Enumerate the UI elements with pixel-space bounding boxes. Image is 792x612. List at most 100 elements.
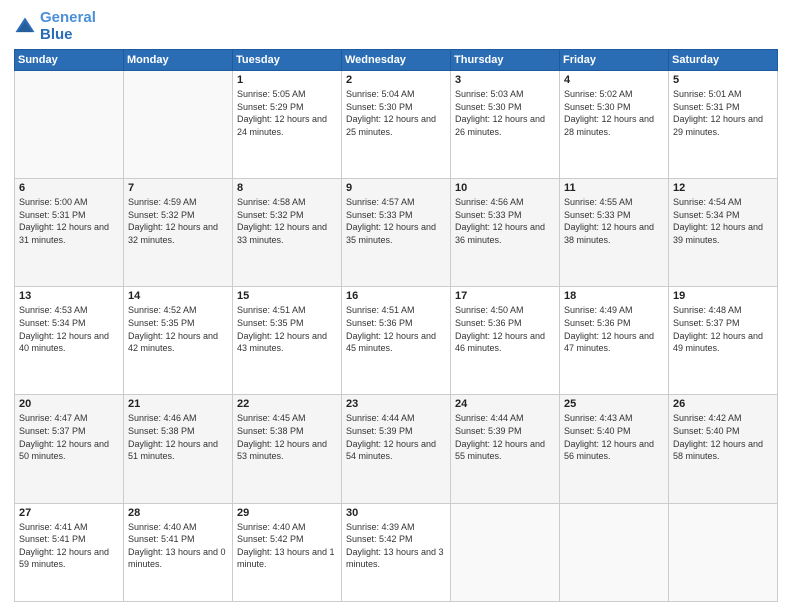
day-info: Sunrise: 4:50 AM Sunset: 5:36 PM Dayligh… bbox=[455, 304, 555, 354]
day-info: Sunrise: 4:46 AM Sunset: 5:38 PM Dayligh… bbox=[128, 412, 228, 462]
day-info: Sunrise: 4:44 AM Sunset: 5:39 PM Dayligh… bbox=[455, 412, 555, 462]
day-number: 22 bbox=[237, 398, 337, 410]
weekday-header-row: SundayMondayTuesdayWednesdayThursdayFrid… bbox=[15, 50, 778, 71]
calendar-cell: 16 Sunrise: 4:51 AM Sunset: 5:36 PM Dayli… bbox=[342, 287, 451, 395]
calendar-cell: 20Sunrise: 4:47 AM Sunset: 5:37 PM Dayli… bbox=[15, 395, 124, 503]
weekday-header-monday: Monday bbox=[124, 50, 233, 71]
day-number: 8 bbox=[237, 182, 337, 194]
calendar-cell: 14 Sunrise: 4:52 AM Sunset: 5:35 PM Dayli… bbox=[124, 287, 233, 395]
day-number: 13 bbox=[19, 290, 119, 302]
logo-icon bbox=[14, 16, 36, 38]
calendar-week-5: 27 Sunrise: 4:41 AM Sunset: 5:41 PM Dayli… bbox=[15, 503, 778, 601]
day-number: 24 bbox=[455, 398, 555, 410]
calendar-cell: 10 Sunrise: 4:56 AM Sunset: 5:33 PM Dayli… bbox=[451, 179, 560, 287]
day-info: Sunrise: 4:40 AM Sunset: 5:41 PM Dayligh… bbox=[128, 521, 228, 571]
calendar-cell: 19 Sunrise: 4:48 AM Sunset: 5:37 PM Dayli… bbox=[669, 287, 778, 395]
calendar-cell bbox=[124, 71, 233, 179]
calendar-cell: 25 Sunrise: 4:43 AM Sunset: 5:40 PM Dayli… bbox=[560, 395, 669, 503]
calendar-cell: 6Sunrise: 5:00 AM Sunset: 5:31 PM Daylig… bbox=[15, 179, 124, 287]
day-info: Sunrise: 4:55 AM Sunset: 5:33 PM Dayligh… bbox=[564, 196, 664, 246]
calendar-cell: 26 Sunrise: 4:42 AM Sunset: 5:40 PM Dayli… bbox=[669, 395, 778, 503]
calendar-cell: 29Sunrise: 4:40 AM Sunset: 5:42 PM Dayli… bbox=[233, 503, 342, 601]
day-info: Sunrise: 4:41 AM Sunset: 5:41 PM Dayligh… bbox=[19, 521, 119, 571]
day-number: 17 bbox=[455, 290, 555, 302]
day-number: 2 bbox=[346, 74, 446, 86]
calendar-cell: 17 Sunrise: 4:50 AM Sunset: 5:36 PM Dayli… bbox=[451, 287, 560, 395]
day-number: 15 bbox=[237, 290, 337, 302]
day-info: Sunrise: 4:48 AM Sunset: 5:37 PM Dayligh… bbox=[673, 304, 773, 354]
calendar-cell bbox=[669, 503, 778, 601]
calendar-cell: 2 Sunrise: 5:04 AM Sunset: 5:30 PM Daylig… bbox=[342, 71, 451, 179]
calendar-cell: 8 Sunrise: 4:58 AM Sunset: 5:32 PM Daylig… bbox=[233, 179, 342, 287]
calendar-cell: 13Sunrise: 4:53 AM Sunset: 5:34 PM Dayli… bbox=[15, 287, 124, 395]
day-info: Sunrise: 4:49 AM Sunset: 5:36 PM Dayligh… bbox=[564, 304, 664, 354]
calendar-cell: 3Sunrise: 5:03 AM Sunset: 5:30 PM Daylig… bbox=[451, 71, 560, 179]
calendar-cell: 7 Sunrise: 4:59 AM Sunset: 5:32 PM Daylig… bbox=[124, 179, 233, 287]
day-info: Sunrise: 4:42 AM Sunset: 5:40 PM Dayligh… bbox=[673, 412, 773, 462]
day-info: Sunrise: 5:02 AM Sunset: 5:30 PM Dayligh… bbox=[564, 88, 664, 138]
day-number: 23 bbox=[346, 398, 446, 410]
day-number: 4 bbox=[564, 74, 664, 86]
day-number: 25 bbox=[564, 398, 664, 410]
logo: General Blue bbox=[14, 10, 96, 43]
page: General Blue SundayMondayTuesdayWednesda… bbox=[0, 0, 792, 612]
calendar-cell bbox=[15, 71, 124, 179]
day-number: 11 bbox=[564, 182, 664, 194]
day-number: 26 bbox=[673, 398, 773, 410]
weekday-header-saturday: Saturday bbox=[669, 50, 778, 71]
calendar-cell: 23 Sunrise: 4:44 AM Sunset: 5:39 PM Dayli… bbox=[342, 395, 451, 503]
calendar-cell bbox=[451, 503, 560, 601]
day-info: Sunrise: 4:59 AM Sunset: 5:32 PM Dayligh… bbox=[128, 196, 228, 246]
weekday-header-friday: Friday bbox=[560, 50, 669, 71]
day-info: Sunrise: 4:56 AM Sunset: 5:33 PM Dayligh… bbox=[455, 196, 555, 246]
calendar-week-3: 13Sunrise: 4:53 AM Sunset: 5:34 PM Dayli… bbox=[15, 287, 778, 395]
weekday-header-tuesday: Tuesday bbox=[233, 50, 342, 71]
calendar-cell: 15 Sunrise: 4:51 AM Sunset: 5:35 PM Dayli… bbox=[233, 287, 342, 395]
day-number: 9 bbox=[346, 182, 446, 194]
day-info: Sunrise: 4:44 AM Sunset: 5:39 PM Dayligh… bbox=[346, 412, 446, 462]
calendar-table: SundayMondayTuesdayWednesdayThursdayFrid… bbox=[14, 49, 778, 602]
logo-text: General Blue bbox=[40, 10, 96, 43]
day-info: Sunrise: 4:43 AM Sunset: 5:40 PM Dayligh… bbox=[564, 412, 664, 462]
calendar-cell: 18 Sunrise: 4:49 AM Sunset: 5:36 PM Dayli… bbox=[560, 287, 669, 395]
calendar-cell: 28 Sunrise: 4:40 AM Sunset: 5:41 PM Dayli… bbox=[124, 503, 233, 601]
day-info: Sunrise: 4:57 AM Sunset: 5:33 PM Dayligh… bbox=[346, 196, 446, 246]
day-info: Sunrise: 4:40 AM Sunset: 5:42 PM Dayligh… bbox=[237, 521, 337, 571]
day-number: 16 bbox=[346, 290, 446, 302]
day-info: Sunrise: 4:47 AM Sunset: 5:37 PM Dayligh… bbox=[19, 412, 119, 462]
calendar-cell: 24 Sunrise: 4:44 AM Sunset: 5:39 PM Dayli… bbox=[451, 395, 560, 503]
calendar-body: 1 Sunrise: 5:05 AM Sunset: 5:29 PM Daylig… bbox=[15, 71, 778, 602]
day-info: Sunrise: 5:04 AM Sunset: 5:30 PM Dayligh… bbox=[346, 88, 446, 138]
calendar-cell bbox=[560, 503, 669, 601]
weekday-header-wednesday: Wednesday bbox=[342, 50, 451, 71]
day-info: Sunrise: 4:54 AM Sunset: 5:34 PM Dayligh… bbox=[673, 196, 773, 246]
day-number: 3 bbox=[455, 74, 555, 86]
day-number: 7 bbox=[128, 182, 228, 194]
calendar-cell: 30Sunrise: 4:39 AM Sunset: 5:42 PM Dayli… bbox=[342, 503, 451, 601]
day-number: 10 bbox=[455, 182, 555, 194]
day-info: Sunrise: 4:51 AM Sunset: 5:35 PM Dayligh… bbox=[237, 304, 337, 354]
calendar-cell: 22Sunrise: 4:45 AM Sunset: 5:38 PM Dayli… bbox=[233, 395, 342, 503]
calendar-cell: 4 Sunrise: 5:02 AM Sunset: 5:30 PM Daylig… bbox=[560, 71, 669, 179]
day-number: 19 bbox=[673, 290, 773, 302]
calendar-cell: 21Sunrise: 4:46 AM Sunset: 5:38 PM Dayli… bbox=[124, 395, 233, 503]
calendar-cell: 5 Sunrise: 5:01 AM Sunset: 5:31 PM Daylig… bbox=[669, 71, 778, 179]
day-info: Sunrise: 5:01 AM Sunset: 5:31 PM Dayligh… bbox=[673, 88, 773, 138]
day-info: Sunrise: 5:05 AM Sunset: 5:29 PM Dayligh… bbox=[237, 88, 337, 138]
calendar-cell: 27 Sunrise: 4:41 AM Sunset: 5:41 PM Dayli… bbox=[15, 503, 124, 601]
day-info: Sunrise: 4:51 AM Sunset: 5:36 PM Dayligh… bbox=[346, 304, 446, 354]
day-info: Sunrise: 4:58 AM Sunset: 5:32 PM Dayligh… bbox=[237, 196, 337, 246]
calendar-cell: 9 Sunrise: 4:57 AM Sunset: 5:33 PM Daylig… bbox=[342, 179, 451, 287]
calendar-cell: 11 Sunrise: 4:55 AM Sunset: 5:33 PM Dayli… bbox=[560, 179, 669, 287]
calendar-cell: 12Sunrise: 4:54 AM Sunset: 5:34 PM Dayli… bbox=[669, 179, 778, 287]
day-number: 14 bbox=[128, 290, 228, 302]
weekday-header-thursday: Thursday bbox=[451, 50, 560, 71]
calendar-week-4: 20Sunrise: 4:47 AM Sunset: 5:37 PM Dayli… bbox=[15, 395, 778, 503]
day-number: 1 bbox=[237, 74, 337, 86]
day-number: 5 bbox=[673, 74, 773, 86]
day-number: 18 bbox=[564, 290, 664, 302]
day-number: 28 bbox=[128, 507, 228, 519]
day-number: 30 bbox=[346, 507, 446, 519]
day-info: Sunrise: 4:52 AM Sunset: 5:35 PM Dayligh… bbox=[128, 304, 228, 354]
day-number: 27 bbox=[19, 507, 119, 519]
